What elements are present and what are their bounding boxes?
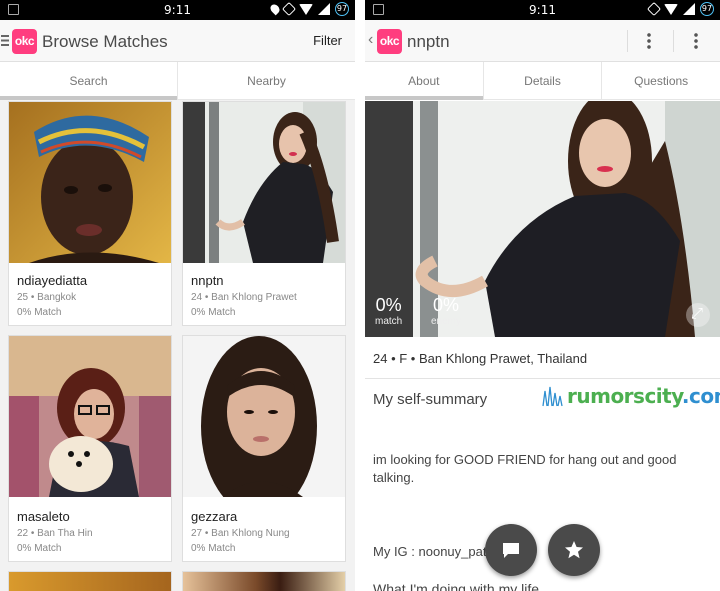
more-options-icon[interactable] (647, 32, 651, 50)
tab-questions[interactable]: Questions (602, 62, 720, 99)
menu-icon[interactable] (1, 35, 9, 46)
match-card[interactable]: gezzara 27 • Ban Khlong Nung 0% Match (182, 335, 346, 562)
match-card[interactable]: nnptn 24 • Ban Khlong Prawet 0% Match (182, 101, 346, 326)
match-card[interactable]: masaleto 22 • Ban Tha Hin 0% Match (8, 335, 172, 562)
profile-photo[interactable] (183, 336, 345, 497)
location-icon (268, 2, 282, 16)
profile-photo[interactable] (183, 102, 345, 263)
okc-logo[interactable]: okc (12, 29, 37, 54)
card-age-location: 22 • Ban Tha Hin (17, 528, 93, 539)
profile-username: nnptn (407, 32, 450, 51)
card-match-percent: 0% Match (191, 307, 236, 318)
match-grid: ndiayediatta 25 • Bangkok 0% Match nnptn… (0, 101, 355, 591)
card-age-location: 24 • Ban Khlong Prawet (191, 292, 297, 303)
back-chevron-icon[interactable]: ‹ (368, 31, 373, 49)
status-bar: 9:11 97 (0, 0, 355, 20)
profile-photo[interactable] (9, 336, 171, 497)
browse-matches-screen: 9:11 97 okc Browse Matches Filter Search… (0, 0, 355, 591)
match-card[interactable]: ndiayediatta 25 • Bangkok 0% Match (8, 101, 172, 326)
card-match-percent: 0% Match (17, 543, 62, 554)
battery-icon: 97 (700, 2, 714, 16)
okc-logo[interactable]: okc (377, 29, 402, 54)
profile-photo[interactable] (183, 572, 345, 591)
tab-search[interactable]: Search (0, 62, 178, 100)
favorite-button[interactable] (548, 524, 600, 576)
profile-hero-photo[interactable]: 0% match 0% enemy (365, 101, 720, 337)
tab-about[interactable]: About (365, 62, 484, 100)
section-title: My self-summary (373, 391, 488, 408)
rotate-icon (281, 1, 297, 17)
city-skyline-icon (542, 386, 563, 407)
profile-tabs: About Details Questions (365, 62, 720, 100)
self-summary-text: im looking for GOOD FRIEND for hang out … (373, 452, 677, 485)
signal-icon (683, 3, 695, 15)
status-bar: 9:11 97 (365, 0, 720, 20)
next-section-title: What I'm doing with my life (373, 581, 540, 591)
tab-nearby[interactable]: Nearby (178, 62, 355, 99)
battery-icon: 97 (335, 2, 349, 16)
star-icon (565, 541, 583, 559)
profile-photo[interactable] (9, 572, 171, 591)
tab-details[interactable]: Details (484, 62, 603, 99)
card-username: nnptn (191, 273, 224, 288)
chat-bubble-icon (503, 543, 519, 558)
card-username: ndiayediatta (17, 273, 88, 288)
expand-icon[interactable] (686, 303, 710, 327)
profile-photo[interactable] (9, 102, 171, 263)
profile-screen: 9:11 97 ‹ okc nnptn About Details Questi… (365, 0, 720, 591)
browse-tabs: Search Nearby (0, 62, 355, 100)
profile-basics: 24 • F • Ban Khlong Prawet, Thailand (365, 337, 720, 379)
enemy-percent: 0% enemy (431, 295, 462, 327)
wifi-icon (299, 3, 313, 15)
card-username: gezzara (191, 509, 238, 524)
card-username: masaleto (17, 509, 70, 524)
overflow-menu-icon[interactable] (694, 32, 698, 50)
watermark: rumorscity.com (541, 384, 720, 408)
filter-button[interactable]: Filter (313, 33, 342, 48)
card-match-percent: 0% Match (17, 307, 62, 318)
instagram-line: My IG : noonuy_pat (373, 544, 487, 559)
match-card[interactable] (182, 571, 346, 591)
wifi-icon (664, 3, 678, 15)
page-title: Browse Matches (42, 32, 168, 51)
card-match-percent: 0% Match (191, 543, 236, 554)
signal-icon (318, 3, 330, 15)
app-bar: okc Browse Matches Filter (0, 20, 355, 62)
message-button[interactable] (485, 524, 537, 576)
app-bar: ‹ okc nnptn (365, 20, 720, 62)
card-age-location: 27 • Ban Khlong Nung (191, 528, 290, 539)
rotate-icon (646, 1, 662, 17)
card-age-location: 25 • Bangkok (17, 292, 77, 303)
match-percent: 0% match (375, 295, 403, 327)
match-card[interactable] (8, 571, 172, 591)
